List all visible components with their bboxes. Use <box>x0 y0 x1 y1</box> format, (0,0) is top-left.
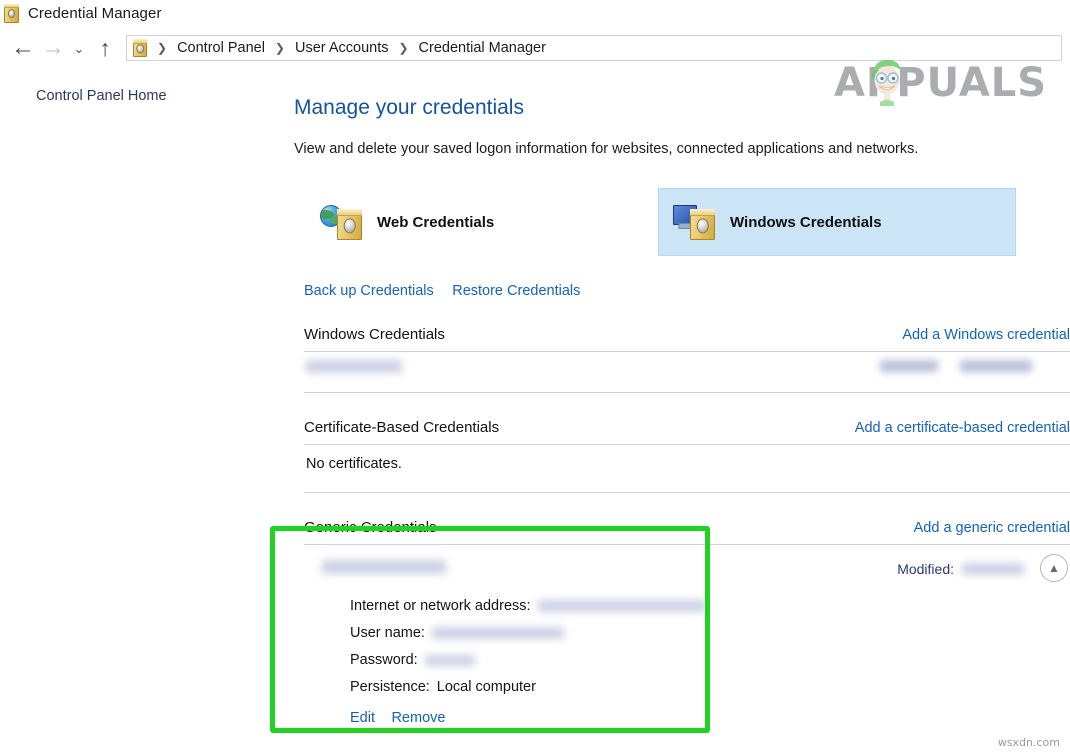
window-title: Credential Manager <box>28 5 162 22</box>
credential-type-tiles: Web Credentials Windows Credentials <box>294 188 1070 256</box>
field-value: Local computer <box>437 679 536 695</box>
field-label: Password: <box>350 652 418 668</box>
monitor-vault-icon <box>673 202 719 242</box>
table-row[interactable] <box>304 352 1070 384</box>
field-label: Internet or network address: <box>350 598 531 614</box>
field-internet-or-network-address: Internet or network address: <box>350 598 1070 614</box>
breadcrumb-separator: ❯ <box>390 41 416 55</box>
section-title-generic-credentials: Generic Credentials <box>304 519 437 536</box>
section-header: Certificate-Based Credentials Add a cert… <box>304 419 1070 436</box>
field-label: User name: <box>350 625 425 641</box>
breadcrumb-separator: ❯ <box>267 41 293 55</box>
restore-credentials-link[interactable]: Restore Credentials <box>452 283 580 299</box>
no-certificates-text: No certificates. <box>304 445 1070 484</box>
expanded-credential-entry: Modified: ▲ Internet or network address:… <box>304 554 1070 727</box>
section-windows-credentials: Windows Credentials Add a Windows creden… <box>294 326 1070 393</box>
credential-manager-window: Credential Manager ← → ⌄ ↑ ❯ Control Pan… <box>0 0 1070 755</box>
page-subtitle: View and delete your saved logon informa… <box>294 141 1070 157</box>
section-generic-credentials: Generic Credentials Add a generic creden… <box>294 519 1070 727</box>
section-certificate-based-credentials: Certificate-Based Credentials Add a cert… <box>294 419 1070 493</box>
back-up-credentials-link[interactable]: Back up Credentials <box>304 283 434 299</box>
field-user-name: User name: <box>350 625 1070 641</box>
redacted-credential-name <box>306 360 402 373</box>
redacted-modified-date <box>960 360 1032 372</box>
breadcrumb-separator: ❯ <box>149 41 175 55</box>
redacted-credential-name <box>322 560 446 574</box>
credential-top-links: Back up Credentials Restore Credentials <box>294 282 1070 300</box>
breadcrumb-user-accounts[interactable]: User Accounts <box>293 40 391 56</box>
field-persistence: Persistence: Local computer <box>350 679 1070 695</box>
sidebar: Control Panel Home <box>0 88 280 104</box>
expanded-credential-header[interactable]: Modified: ▲ <box>304 554 1070 588</box>
redacted-field-value <box>538 600 706 612</box>
tab-web-credentials-label: Web Credentials <box>377 214 494 231</box>
tab-windows-credentials[interactable]: Windows Credentials <box>658 188 1016 256</box>
chevron-up-icon[interactable]: ▲ <box>1040 554 1068 582</box>
section-header: Generic Credentials Add a generic creden… <box>304 519 1070 536</box>
tab-web-credentials[interactable]: Web Credentials <box>306 188 508 256</box>
section-header: Windows Credentials Add a Windows creden… <box>304 326 1070 343</box>
credential-detail-fields: Internet or network address: User name: … <box>350 598 1070 695</box>
section-divider <box>304 492 1070 493</box>
chevron-down-icon[interactable]: ⌄ <box>68 33 90 63</box>
add-windows-credential-link[interactable]: Add a Windows credential <box>902 327 1070 343</box>
section-divider <box>304 392 1070 393</box>
redacted-modified-label <box>880 360 938 372</box>
credential-actions: Edit Remove <box>350 709 1070 727</box>
vault-icon <box>133 39 147 57</box>
page-title: Manage your credentials <box>294 96 1070 120</box>
vault-icon <box>690 209 715 240</box>
vault-icon <box>337 209 362 240</box>
section-title-certificate-based: Certificate-Based Credentials <box>304 419 499 436</box>
title-bar: Credential Manager <box>0 0 1070 26</box>
forward-arrow-icon[interactable]: → <box>38 33 68 63</box>
modified-info: Modified: <box>897 561 1024 577</box>
edit-credential-link[interactable]: Edit <box>350 710 375 726</box>
up-arrow-icon[interactable]: ↑ <box>90 33 120 63</box>
redacted-modified-date <box>962 563 1024 575</box>
field-password: Password: <box>350 652 1070 668</box>
modified-label: Modified: <box>897 561 954 577</box>
breadcrumb-control-panel[interactable]: Control Panel <box>175 40 267 56</box>
navigation-bar: ← → ⌄ ↑ ❯ Control Panel ❯ User Accounts … <box>0 30 1070 66</box>
add-certificate-based-credential-link[interactable]: Add a certificate-based credential <box>855 420 1070 436</box>
main-content: Manage your credentials View and delete … <box>294 96 1070 727</box>
vault-icon <box>4 4 19 23</box>
address-bar[interactable]: ❯ Control Panel ❯ User Accounts ❯ Creden… <box>126 35 1062 61</box>
redacted-field-value <box>432 627 564 639</box>
footer-watermark: wsxdn.com <box>998 736 1060 749</box>
breadcrumb-credential-manager[interactable]: Credential Manager <box>417 40 548 56</box>
tab-windows-credentials-label: Windows Credentials <box>730 214 882 231</box>
redacted-field-value <box>425 655 475 666</box>
section-title-windows-credentials: Windows Credentials <box>304 326 445 343</box>
globe-vault-icon <box>320 202 366 242</box>
section-divider <box>304 544 1070 545</box>
sidebar-item-control-panel-home[interactable]: Control Panel Home <box>0 88 280 104</box>
remove-credential-link[interactable]: Remove <box>391 710 445 726</box>
add-generic-credential-link[interactable]: Add a generic credential <box>914 520 1070 536</box>
field-label: Persistence: <box>350 679 430 695</box>
back-arrow-icon[interactable]: ← <box>8 33 38 63</box>
